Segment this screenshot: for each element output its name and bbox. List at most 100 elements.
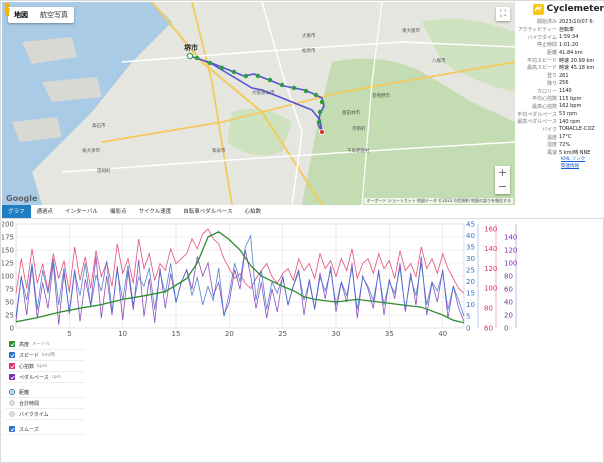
zoom-control: + − bbox=[495, 166, 510, 194]
checkbox-checked-icon[interactable] bbox=[9, 426, 15, 432]
map-label: 大東市 bbox=[302, 32, 316, 39]
speed-axis-tick-label: 20 bbox=[466, 278, 475, 286]
heart-rate-axis-tick-label: 140 bbox=[484, 245, 497, 253]
stat-value: 時速 45.18 km bbox=[559, 65, 595, 72]
map-label: 東大阪市 bbox=[402, 27, 420, 34]
stat-value: 1:59:34 bbox=[559, 34, 579, 41]
map-label: 富田林市 bbox=[342, 109, 360, 116]
radio-button[interactable] bbox=[9, 400, 15, 406]
x-axis-mode-option[interactable]: 合計時間 bbox=[5, 398, 85, 409]
y-tick-label: 25 bbox=[5, 311, 14, 319]
stat-row: 距離 41.84 km bbox=[515, 49, 604, 57]
heart-rate-axis-tick-label: 80 bbox=[484, 304, 493, 312]
stat-label: バイクタイム bbox=[527, 34, 557, 41]
fullscreen-button[interactable]: ⛶ bbox=[496, 7, 510, 21]
app-frame: 堺市 東大阪市 八尾市 羽曳野市 松原市 大阪狭山市 富田林市 河南町 千早赤阪… bbox=[0, 0, 604, 463]
speed-axis-tick-label: 10 bbox=[466, 301, 475, 309]
kml-link[interactable]: KML リンク bbox=[515, 156, 604, 163]
speed-axis-tick-label: 0 bbox=[466, 324, 470, 332]
stat-label: 湿度 bbox=[546, 142, 557, 149]
stat-label: 停止時間 bbox=[536, 42, 557, 49]
stat-label: 風速 bbox=[546, 150, 557, 157]
y-tick-label: 175 bbox=[2, 233, 14, 241]
fullscreen-icon: ⛶ bbox=[499, 9, 507, 19]
series-label: 心拍数 bbox=[19, 363, 35, 370]
series-toggle[interactable]: 高度 メートル bbox=[5, 339, 85, 350]
zoom-out-button[interactable]: − bbox=[495, 180, 510, 194]
stat-label: 最高スピード bbox=[526, 65, 557, 72]
tab-6[interactable]: 心拍数 bbox=[238, 205, 267, 218]
stat-row: 最高スピード 時速 45.18 km bbox=[515, 64, 604, 72]
stat-row: 停止時間 1:01:20 bbox=[515, 41, 604, 49]
checkbox-checked-icon[interactable] bbox=[9, 363, 15, 369]
stat-label: 登り bbox=[546, 73, 557, 80]
checkbox-checked-icon[interactable] bbox=[9, 341, 15, 347]
route-map[interactable]: 堺市 東大阪市 八尾市 羽曳野市 松原市 大阪狭山市 富田林市 河南町 千早赤阪… bbox=[2, 2, 515, 205]
google-logo: Google bbox=[6, 194, 38, 203]
map-credits[interactable]: キーボード ショートカット 地図データ ©2023 利用規約 地図の誤りを報告す… bbox=[364, 198, 513, 204]
stats-list: 開始済み 2023/10/07 6: アクティビティー 自転車 バイクタイム 1:59:3… bbox=[515, 18, 604, 156]
heart-rate-axis-tick-label: 60 bbox=[484, 324, 493, 332]
stat-row: 登り 261 bbox=[515, 72, 604, 80]
tab-2[interactable]: インターバル bbox=[59, 205, 104, 218]
series-toggle[interactable]: スピード km/時 bbox=[5, 350, 85, 361]
x-tick-label: 30 bbox=[332, 330, 341, 338]
series-toggle[interactable]: 心拍数 bpm bbox=[5, 361, 85, 372]
related-info-link[interactable]: 関連情報 bbox=[515, 163, 604, 170]
checkbox-checked-icon[interactable] bbox=[9, 352, 15, 358]
stat-value: 自転車 bbox=[559, 27, 575, 34]
stat-label: 平均スピード bbox=[526, 57, 557, 64]
radio-button[interactable] bbox=[9, 411, 15, 417]
map-canvas: 堺市 東大阪市 八尾市 羽曳野市 松原市 大阪狭山市 富田林市 河南町 千早赤阪… bbox=[2, 2, 515, 205]
y-tick-label: 50 bbox=[5, 298, 14, 306]
cadence-axis-tick-label: 140 bbox=[504, 233, 517, 241]
radio-button[interactable] bbox=[9, 389, 15, 395]
info-panel: Cyclemeter 開始済み 2023/10/07 6: アクティビティー 自転車バ… bbox=[515, 2, 604, 205]
map-label: 八尾市 bbox=[432, 57, 446, 64]
map-label: 泉大津市 bbox=[82, 147, 100, 154]
map-type-satellite-button[interactable]: 航空写真 bbox=[34, 7, 74, 23]
map-label: 羽曳野市 bbox=[372, 92, 390, 99]
tab-5[interactable]: 自転車ペダルペース bbox=[177, 205, 238, 218]
stat-row: バイクタイム 1:59:34 bbox=[515, 33, 604, 41]
tab-0[interactable]: グラフ bbox=[2, 205, 31, 218]
stat-value: 162 bpm bbox=[559, 103, 582, 110]
tab-1[interactable]: 通過点 bbox=[31, 205, 60, 218]
map-label: 忠岡町 bbox=[97, 168, 111, 174]
series-toggle[interactable]: ペダルペース rpm bbox=[5, 372, 85, 383]
speed-axis-tick-label: 35 bbox=[466, 243, 475, 251]
stat-value: 2023/10/07 6: bbox=[559, 18, 595, 25]
stat-row: 平均ペダルペース 53 rpm bbox=[515, 110, 604, 118]
cadence-axis-tick-label: 120 bbox=[504, 246, 517, 254]
x-tick-label: 15 bbox=[172, 330, 181, 338]
stat-row: 最高心拍数 162 bpm bbox=[515, 103, 604, 111]
y-tick-label: 75 bbox=[5, 285, 14, 293]
stat-value: 1:01:20 bbox=[559, 41, 579, 48]
heart-rate-axis-tick-label: 120 bbox=[484, 265, 497, 273]
cadence-axis-tick-label: 40 bbox=[504, 298, 513, 306]
street-view-pegman-icon[interactable] bbox=[2, 2, 12, 16]
stat-value: TORACLE-COZ bbox=[559, 126, 595, 133]
zoom-in-button[interactable]: + bbox=[495, 166, 510, 180]
y-tick-label: 125 bbox=[2, 259, 14, 267]
speed-axis-tick-label: 5 bbox=[466, 313, 470, 321]
stat-row: 降り 256 bbox=[515, 80, 604, 88]
heart-rate-axis-tick-label: 160 bbox=[484, 225, 497, 233]
tab-3[interactable]: 撮影点 bbox=[104, 205, 133, 218]
series-label: 高度 bbox=[19, 341, 30, 348]
tab-4[interactable]: サイクル速度 bbox=[133, 205, 178, 218]
cadence-axis-tick-label: 80 bbox=[504, 272, 513, 280]
stat-value: 時速 20.99 km bbox=[559, 57, 595, 64]
cadence-axis-tick-label: 0 bbox=[504, 324, 508, 332]
stat-label: カロリー bbox=[536, 88, 557, 95]
x-axis-mode-option[interactable]: 距離 bbox=[5, 387, 85, 398]
x-tick-label: 25 bbox=[278, 330, 287, 338]
checkbox-checked-icon[interactable] bbox=[9, 374, 15, 380]
smooth-toggle[interactable]: スムーズ bbox=[5, 424, 85, 435]
map-label: 大阪狭山市 bbox=[252, 89, 275, 96]
stat-value: 115 bpm bbox=[559, 95, 582, 102]
cadence-axis-tick-label: 60 bbox=[504, 285, 513, 293]
x-axis-mode-option[interactable]: バイクタイム bbox=[5, 409, 85, 420]
stat-value: 72% bbox=[559, 141, 571, 148]
stat-row: カロリー 1140 bbox=[515, 87, 604, 95]
